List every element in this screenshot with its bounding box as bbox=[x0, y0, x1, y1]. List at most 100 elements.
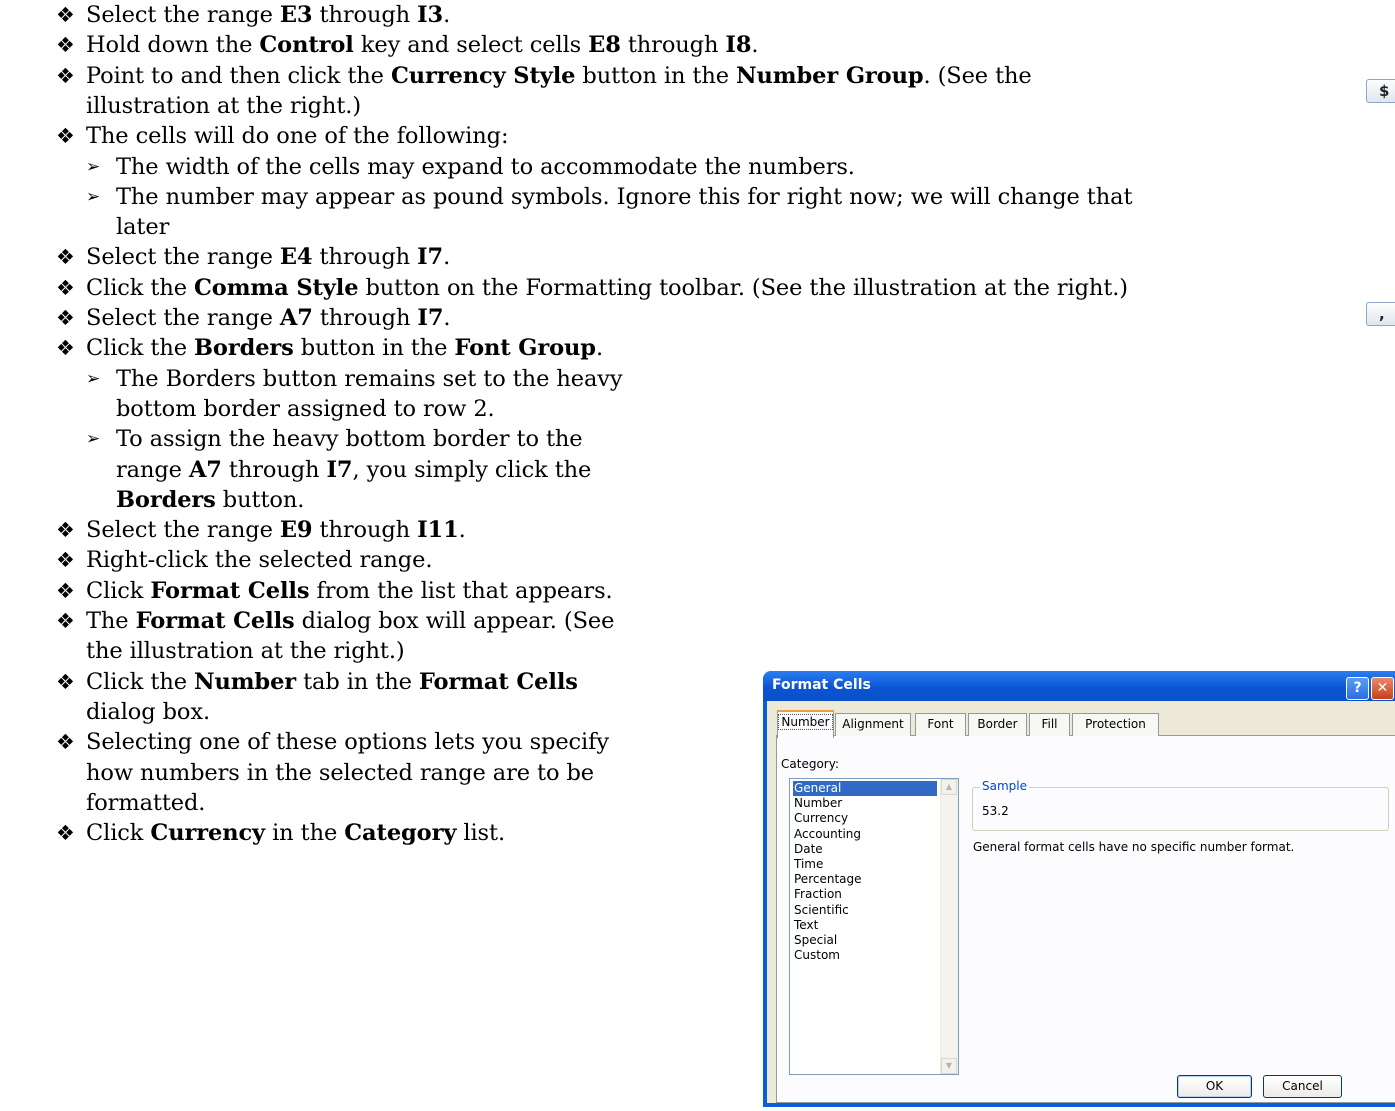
text-run: Select the range bbox=[86, 517, 280, 544]
text-run: formatted. bbox=[86, 789, 206, 816]
text-run: in the bbox=[265, 820, 345, 847]
text-run: through bbox=[312, 305, 418, 331]
dialog-title: Format Cells bbox=[772, 677, 871, 693]
bold-term: I8 bbox=[725, 32, 752, 59]
category-item[interactable]: Currency bbox=[793, 811, 848, 826]
text-run: key and select cells bbox=[353, 32, 589, 59]
instruction-line: Hold down the Control key and select cel… bbox=[86, 30, 759, 60]
close-icon[interactable]: ✕ bbox=[1371, 677, 1394, 700]
text-run: Click bbox=[86, 820, 151, 847]
bold-term: E9 bbox=[279, 517, 313, 544]
category-item[interactable]: Accounting bbox=[793, 827, 861, 842]
category-scrollbar[interactable]: ▲ ▼ bbox=[940, 779, 958, 1074]
instruction-line: formatted. bbox=[86, 788, 205, 818]
tab-number[interactable]: Number bbox=[777, 710, 834, 738]
text-run: tab in the bbox=[296, 668, 419, 695]
arrow-bullet-icon: ➢ bbox=[86, 186, 101, 207]
category-item[interactable]: Time bbox=[793, 857, 823, 872]
instruction-line: Select the range E9 through I11. bbox=[86, 515, 466, 545]
text-run: illustration at the right.) bbox=[86, 92, 361, 119]
ok-button[interactable]: OK bbox=[1177, 1075, 1252, 1098]
instruction-line: Click the Number tab in the Format Cells bbox=[86, 667, 578, 697]
instruction-line: Select the range E4 through I7. bbox=[86, 242, 450, 272]
text-run: dialog box. bbox=[86, 698, 211, 725]
format-description: General format cells have no specific nu… bbox=[973, 840, 1295, 854]
instruction-line: The number may appear as pound symbols. … bbox=[116, 182, 1132, 212]
text-run: button. bbox=[215, 486, 305, 513]
dialog-body: Number Alignment Font Border Fill Protec… bbox=[767, 701, 1395, 1103]
category-item[interactable]: Number bbox=[793, 796, 842, 811]
category-label: Category: bbox=[781, 757, 839, 771]
bold-term: Currency Style bbox=[390, 62, 576, 89]
bold-term: Currency bbox=[150, 820, 266, 847]
bullet-icon: ❖ bbox=[56, 821, 75, 846]
tab-font[interactable]: Font bbox=[915, 713, 966, 736]
bullet-icon: ❖ bbox=[56, 33, 75, 58]
instruction-line: Select the range E3 through I3. bbox=[86, 0, 450, 30]
instruction-line: To assign the heavy bottom border to the bbox=[116, 424, 583, 454]
format-cells-dialog: Format Cells ? ✕ Number Alignment Font B… bbox=[763, 671, 1395, 1107]
bold-term: Format Cells bbox=[418, 668, 578, 695]
instruction-line: dialog box. bbox=[86, 697, 210, 727]
instruction-line: Borders button. bbox=[116, 485, 304, 515]
text-run: button in the bbox=[575, 62, 737, 89]
category-item[interactable]: General bbox=[793, 781, 937, 796]
instruction-line: Click the Borders button in the Font Gro… bbox=[86, 333, 603, 363]
text-run: list. bbox=[456, 820, 505, 847]
instruction-line: Selecting one of these options lets you … bbox=[86, 727, 609, 757]
bullet-icon: ❖ bbox=[56, 3, 75, 27]
dialog-title-bar: Format Cells ? ✕ bbox=[763, 671, 1395, 701]
tab-fill[interactable]: Fill bbox=[1029, 713, 1070, 736]
text-run: The cells will do one of the following: bbox=[86, 123, 509, 150]
tab-border[interactable]: Border bbox=[968, 713, 1027, 736]
arrow-bullet-icon: ➢ bbox=[86, 368, 101, 389]
instruction-line: Right-click the selected range. bbox=[86, 545, 432, 575]
bold-term: A7 bbox=[188, 456, 222, 483]
bullet-icon: ❖ bbox=[56, 245, 75, 270]
category-item[interactable]: Date bbox=[793, 842, 823, 857]
bold-term: E3 bbox=[279, 2, 313, 28]
category-item[interactable]: Custom bbox=[793, 948, 840, 963]
bold-term: Category bbox=[344, 820, 457, 847]
bullet-icon: ❖ bbox=[56, 336, 75, 361]
category-item[interactable]: Text bbox=[793, 918, 818, 933]
text-run: Point to and then click the bbox=[86, 62, 391, 89]
category-list[interactable]: General Number Currency Accounting Date Time P… bbox=[789, 778, 959, 1075]
tab-protection[interactable]: Protection bbox=[1072, 713, 1159, 736]
text-run: through bbox=[620, 32, 726, 59]
text-run: the illustration at the right.) bbox=[86, 638, 405, 665]
text-run: through bbox=[312, 517, 418, 544]
bold-term: I3 bbox=[417, 2, 444, 28]
instruction-line: The Format Cells dialog box will appear.… bbox=[86, 606, 614, 636]
text-run: Click the bbox=[86, 274, 194, 301]
text-run: The number may appear as pound symbols. … bbox=[116, 183, 1133, 210]
bullet-icon: ❖ bbox=[56, 63, 75, 88]
scroll-down-icon[interactable]: ▼ bbox=[941, 1058, 957, 1074]
scroll-up-icon[interactable]: ▲ bbox=[941, 779, 957, 795]
cancel-button[interactable]: Cancel bbox=[1263, 1075, 1342, 1098]
instruction-line: bottom border assigned to row 2. bbox=[116, 394, 495, 424]
help-icon[interactable]: ? bbox=[1346, 677, 1369, 700]
bullet-icon: ❖ bbox=[56, 275, 75, 300]
text-run: . bbox=[458, 517, 466, 544]
text-run: through bbox=[312, 244, 418, 271]
bullet-icon: ❖ bbox=[56, 730, 75, 755]
arrow-bullet-icon: ➢ bbox=[86, 156, 101, 177]
category-item[interactable]: Special bbox=[793, 933, 837, 948]
bullet-icon: ❖ bbox=[56, 124, 75, 149]
bold-term: E4 bbox=[279, 244, 313, 271]
text-run: bottom border assigned to row 2. bbox=[116, 395, 495, 422]
sample-value: 53.2 bbox=[982, 804, 1009, 818]
category-item[interactable]: Scientific bbox=[793, 903, 849, 918]
comma-icon: , bbox=[1379, 305, 1385, 323]
category-item[interactable]: Fraction bbox=[793, 887, 842, 902]
category-item[interactable]: Percentage bbox=[793, 872, 862, 887]
text-run: Click the bbox=[86, 335, 194, 362]
text-run: The Borders button remains set to the he… bbox=[116, 365, 623, 392]
text-run: . (See the bbox=[923, 62, 1032, 89]
tab-alignment[interactable]: Alignment bbox=[835, 713, 911, 736]
bold-term: I7 bbox=[417, 244, 444, 271]
bold-term: Number bbox=[194, 668, 297, 695]
bold-term: I11 bbox=[417, 517, 459, 544]
arrow-bullet-icon: ➢ bbox=[86, 429, 101, 450]
